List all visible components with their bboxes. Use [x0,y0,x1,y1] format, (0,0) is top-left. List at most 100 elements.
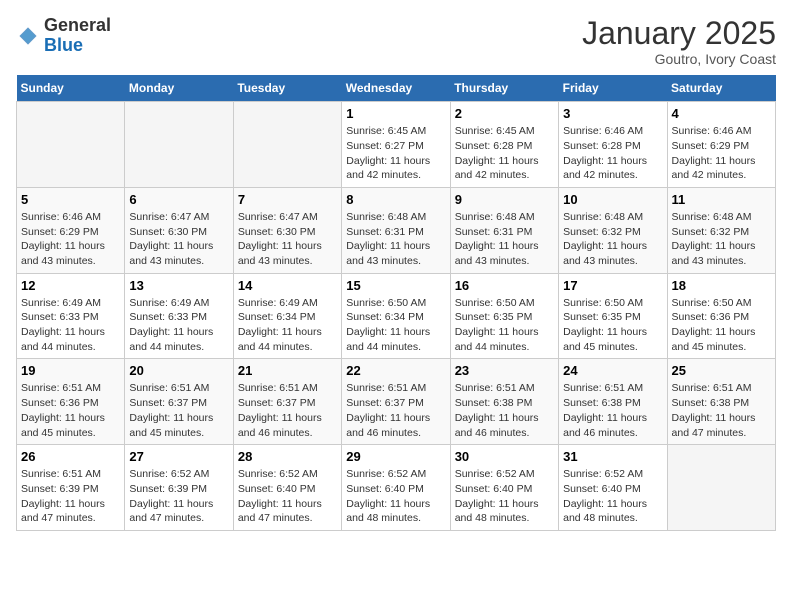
weekday-header-thursday: Thursday [450,75,558,102]
daylight-text: Daylight: 11 hours and 44 minutes. [21,326,105,353]
calendar-cell: 1 Sunrise: 6:45 AM Sunset: 6:27 PM Dayli… [342,102,450,188]
day-number: 23 [455,363,554,378]
day-number: 18 [672,278,771,293]
day-number: 21 [238,363,337,378]
day-number: 27 [129,449,228,464]
day-number: 25 [672,363,771,378]
calendar-cell: 25 Sunrise: 6:51 AM Sunset: 6:38 PM Dayl… [667,359,775,445]
weekday-header-saturday: Saturday [667,75,775,102]
sunrise-text: Sunrise: 6:52 AM [238,468,318,480]
daylight-text: Daylight: 11 hours and 44 minutes. [346,326,430,353]
daylight-text: Daylight: 11 hours and 43 minutes. [672,240,756,267]
daylight-text: Daylight: 11 hours and 47 minutes. [672,412,756,439]
calendar-cell: 4 Sunrise: 6:46 AM Sunset: 6:29 PM Dayli… [667,102,775,188]
calendar-cell: 10 Sunrise: 6:48 AM Sunset: 6:32 PM Dayl… [559,187,667,273]
calendar-cell: 30 Sunrise: 6:52 AM Sunset: 6:40 PM Dayl… [450,445,558,531]
calendar-cell: 7 Sunrise: 6:47 AM Sunset: 6:30 PM Dayli… [233,187,341,273]
daylight-text: Daylight: 11 hours and 48 minutes. [346,498,430,525]
sunrise-text: Sunrise: 6:51 AM [129,382,209,394]
day-info: Sunrise: 6:51 AM Sunset: 6:37 PM Dayligh… [346,381,445,440]
sunset-text: Sunset: 6:33 PM [21,311,99,323]
sunset-text: Sunset: 6:35 PM [563,311,641,323]
sunrise-text: Sunrise: 6:52 AM [129,468,209,480]
sunset-text: Sunset: 6:34 PM [346,311,424,323]
daylight-text: Daylight: 11 hours and 44 minutes. [455,326,539,353]
day-info: Sunrise: 6:52 AM Sunset: 6:40 PM Dayligh… [563,467,662,526]
sunrise-text: Sunrise: 6:48 AM [346,211,426,223]
sunset-text: Sunset: 6:40 PM [455,483,533,495]
day-info: Sunrise: 6:52 AM Sunset: 6:40 PM Dayligh… [346,467,445,526]
day-info: Sunrise: 6:50 AM Sunset: 6:36 PM Dayligh… [672,296,771,355]
sunrise-text: Sunrise: 6:49 AM [238,297,318,309]
weekday-header-monday: Monday [125,75,233,102]
sunset-text: Sunset: 6:34 PM [238,311,316,323]
day-info: Sunrise: 6:47 AM Sunset: 6:30 PM Dayligh… [238,210,337,269]
day-number: 1 [346,106,445,121]
sunrise-text: Sunrise: 6:47 AM [129,211,209,223]
sunset-text: Sunset: 6:36 PM [21,397,99,409]
daylight-text: Daylight: 11 hours and 47 minutes. [129,498,213,525]
day-info: Sunrise: 6:52 AM Sunset: 6:40 PM Dayligh… [455,467,554,526]
sunrise-text: Sunrise: 6:50 AM [563,297,643,309]
sunset-text: Sunset: 6:39 PM [129,483,207,495]
day-info: Sunrise: 6:51 AM Sunset: 6:38 PM Dayligh… [672,381,771,440]
sunset-text: Sunset: 6:29 PM [672,140,750,152]
sunrise-text: Sunrise: 6:48 AM [672,211,752,223]
calendar-cell: 6 Sunrise: 6:47 AM Sunset: 6:30 PM Dayli… [125,187,233,273]
sunrise-text: Sunrise: 6:50 AM [672,297,752,309]
sunset-text: Sunset: 6:39 PM [21,483,99,495]
day-info: Sunrise: 6:51 AM Sunset: 6:39 PM Dayligh… [21,467,120,526]
sunset-text: Sunset: 6:40 PM [563,483,641,495]
logo-text: General Blue [44,16,111,56]
calendar-cell: 3 Sunrise: 6:46 AM Sunset: 6:28 PM Dayli… [559,102,667,188]
calendar-week-row: 12 Sunrise: 6:49 AM Sunset: 6:33 PM Dayl… [17,273,776,359]
day-number: 22 [346,363,445,378]
sunset-text: Sunset: 6:37 PM [346,397,424,409]
calendar-cell: 27 Sunrise: 6:52 AM Sunset: 6:39 PM Dayl… [125,445,233,531]
day-number: 15 [346,278,445,293]
day-number: 24 [563,363,662,378]
day-info: Sunrise: 6:46 AM Sunset: 6:29 PM Dayligh… [672,124,771,183]
weekday-header-wednesday: Wednesday [342,75,450,102]
day-info: Sunrise: 6:48 AM Sunset: 6:32 PM Dayligh… [672,210,771,269]
logo-icon [16,24,40,48]
daylight-text: Daylight: 11 hours and 43 minutes. [21,240,105,267]
sunset-text: Sunset: 6:33 PM [129,311,207,323]
calendar-cell [125,102,233,188]
sunset-text: Sunset: 6:28 PM [455,140,533,152]
day-number: 20 [129,363,228,378]
sunset-text: Sunset: 6:32 PM [672,226,750,238]
day-info: Sunrise: 6:45 AM Sunset: 6:28 PM Dayligh… [455,124,554,183]
daylight-text: Daylight: 11 hours and 43 minutes. [238,240,322,267]
sunrise-text: Sunrise: 6:51 AM [672,382,752,394]
calendar-cell [667,445,775,531]
day-number: 6 [129,192,228,207]
daylight-text: Daylight: 11 hours and 46 minutes. [563,412,647,439]
daylight-text: Daylight: 11 hours and 45 minutes. [21,412,105,439]
daylight-text: Daylight: 11 hours and 44 minutes. [238,326,322,353]
day-number: 19 [21,363,120,378]
day-number: 4 [672,106,771,121]
sunset-text: Sunset: 6:35 PM [455,311,533,323]
sunrise-text: Sunrise: 6:52 AM [563,468,643,480]
day-info: Sunrise: 6:49 AM Sunset: 6:33 PM Dayligh… [21,296,120,355]
calendar-cell: 15 Sunrise: 6:50 AM Sunset: 6:34 PM Dayl… [342,273,450,359]
calendar-cell: 16 Sunrise: 6:50 AM Sunset: 6:35 PM Dayl… [450,273,558,359]
daylight-text: Daylight: 11 hours and 46 minutes. [455,412,539,439]
sunrise-text: Sunrise: 6:52 AM [346,468,426,480]
sunrise-text: Sunrise: 6:51 AM [455,382,535,394]
sunset-text: Sunset: 6:40 PM [238,483,316,495]
calendar-week-row: 26 Sunrise: 6:51 AM Sunset: 6:39 PM Dayl… [17,445,776,531]
calendar-cell: 8 Sunrise: 6:48 AM Sunset: 6:31 PM Dayli… [342,187,450,273]
daylight-text: Daylight: 11 hours and 48 minutes. [455,498,539,525]
calendar-cell: 18 Sunrise: 6:50 AM Sunset: 6:36 PM Dayl… [667,273,775,359]
day-info: Sunrise: 6:51 AM Sunset: 6:37 PM Dayligh… [129,381,228,440]
day-info: Sunrise: 6:50 AM Sunset: 6:35 PM Dayligh… [563,296,662,355]
day-number: 16 [455,278,554,293]
day-info: Sunrise: 6:47 AM Sunset: 6:30 PM Dayligh… [129,210,228,269]
weekday-header-row: SundayMondayTuesdayWednesdayThursdayFrid… [17,75,776,102]
calendar-cell: 11 Sunrise: 6:48 AM Sunset: 6:32 PM Dayl… [667,187,775,273]
daylight-text: Daylight: 11 hours and 43 minutes. [563,240,647,267]
day-number: 3 [563,106,662,121]
sunset-text: Sunset: 6:29 PM [21,226,99,238]
